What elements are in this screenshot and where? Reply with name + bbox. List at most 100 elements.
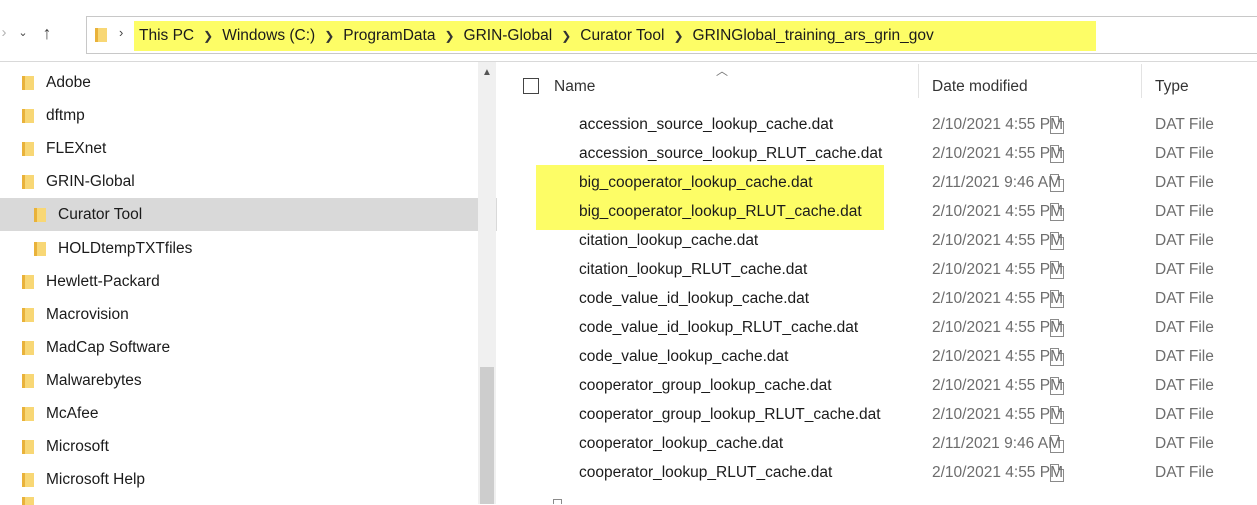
chevron-right-icon[interactable]: ❯	[436, 29, 462, 43]
folder-icon	[34, 241, 46, 256]
file-date: 2/10/2021 4:55 PM	[932, 377, 1063, 394]
file-date: 2/10/2021 4:55 PM	[932, 232, 1063, 249]
column-header-date-modified[interactable]: Date modified	[932, 78, 1028, 96]
file-type: DAT File	[1155, 348, 1214, 365]
file-name: code_value_id_lookup_cache.dat	[579, 290, 810, 307]
column-header-name[interactable]: Name	[554, 78, 595, 96]
tree-item-label: dftmp	[46, 106, 85, 124]
chevron-right-icon[interactable]: ❯	[665, 29, 691, 43]
tree-item-madcap-software[interactable]: MadCap Software	[0, 331, 500, 364]
address-toolbar: › ⌄ ↑ › This PC ❯ Windows (C:) ❯ Program…	[0, 6, 1257, 62]
file-name: big_cooperator_lookup_RLUT_cache.dat	[579, 203, 862, 220]
column-header-type[interactable]: Type	[1155, 78, 1189, 96]
file-date: 2/10/2021 4:55 PM	[932, 464, 1063, 481]
folder-icon	[22, 274, 34, 289]
tree-item-adobe[interactable]: Adobe	[0, 66, 500, 99]
tree-item-label: Curator Tool	[58, 205, 143, 223]
file-date: 2/10/2021 4:55 PM	[932, 203, 1063, 220]
file-name: cooperator_group_lookup_RLUT_cache.dat	[579, 406, 881, 423]
folder-icon	[22, 174, 34, 189]
tree-item-microsoft[interactable]: Microsoft	[0, 430, 500, 463]
file-type: DAT File	[1155, 261, 1214, 278]
file-date: 2/10/2021 4:55 PM	[932, 116, 1063, 133]
file-date: 2/10/2021 4:55 PM	[932, 290, 1063, 307]
tree-item-curator-tool[interactable]: Curator Tool	[0, 198, 512, 231]
folder-icon	[22, 406, 34, 421]
navigation-pane: Adobe dftmp FLEXnet GRIN-Global Curator …	[0, 62, 512, 505]
tree-item-label: Hewlett-Packard	[46, 272, 160, 290]
file-name: code_value_id_lookup_RLUT_cache.dat	[579, 319, 859, 336]
tree-item-macrovision[interactable]: Macrovision	[0, 298, 500, 331]
tree-item-label: Macrovision	[46, 305, 129, 323]
folder-icon	[22, 439, 34, 454]
back-arrow-icon[interactable]: ›	[0, 22, 12, 44]
breadcrumb-item[interactable]: Curator Tool	[579, 27, 665, 45]
file-type: DAT File	[1155, 377, 1214, 394]
folder-icon	[22, 141, 34, 156]
tree-item-label: GRIN-Global	[46, 172, 135, 190]
file-icon	[553, 499, 567, 504]
file-date: 2/10/2021 4:55 PM	[932, 145, 1063, 162]
column-divider[interactable]	[918, 64, 919, 98]
file-type: DAT File	[1155, 290, 1214, 307]
tree-item-grin-global[interactable]: GRIN-Global	[0, 165, 500, 198]
file-date: 2/10/2021 4:55 PM	[932, 406, 1063, 423]
file-date: 2/10/2021 4:55 PM	[932, 319, 1063, 336]
tree-item-holdtemptxtfiles[interactable]: HOLDtempTXTfiles	[0, 232, 512, 265]
tree-item-mcafee[interactable]: McAfee	[0, 397, 500, 430]
tree-item-label: Microsoft Help	[46, 470, 146, 488]
sort-ascending-icon: ︿	[716, 64, 729, 78]
folder-icon	[22, 373, 34, 388]
file-type: DAT File	[1155, 145, 1214, 162]
file-date: 2/11/2021 9:46 AM	[932, 174, 1061, 191]
file-type: DAT File	[1155, 232, 1214, 249]
file-type: DAT File	[1155, 319, 1214, 336]
up-arrow-icon[interactable]: ↑	[36, 22, 58, 44]
file-type: DAT File	[1155, 203, 1214, 220]
file-name: cooperator_group_lookup_cache.dat	[579, 377, 832, 394]
file-type: DAT File	[1155, 174, 1214, 191]
tree-item-hewlett-packard[interactable]: Hewlett-Packard	[0, 265, 500, 298]
breadcrumb-item[interactable]: GRINGlobal_training_ars_grin_gov	[692, 27, 935, 45]
recent-locations-chevron-icon[interactable]: ⌄	[14, 22, 32, 44]
scroll-up-arrow-icon[interactable]: ▲	[478, 64, 496, 82]
tree-item-label: Adobe	[46, 73, 91, 91]
file-name: accession_source_lookup_RLUT_cache.dat	[579, 145, 883, 162]
address-bar[interactable]: › This PC ❯ Windows (C:) ❯ ProgramData ❯…	[86, 16, 1257, 54]
chevron-right-icon[interactable]: ❯	[553, 29, 579, 43]
tree-item-flexnet[interactable]: FLEXnet	[0, 132, 500, 165]
file-date: 2/10/2021 4:55 PM	[932, 348, 1063, 365]
file-date: 2/10/2021 4:55 PM	[932, 261, 1063, 278]
column-divider[interactable]	[1141, 64, 1142, 98]
breadcrumb-item[interactable]: This PC	[138, 27, 195, 45]
tree-item-label: HOLDtempTXTfiles	[58, 239, 193, 257]
folder-icon	[22, 472, 34, 487]
select-all-checkbox[interactable]	[523, 78, 539, 94]
folder-icon	[95, 28, 107, 42]
tree-item-label: Malwarebytes	[46, 371, 142, 389]
chevron-right-icon[interactable]: ❯	[316, 29, 342, 43]
folder-icon	[22, 75, 34, 90]
file-type: DAT File	[1155, 435, 1214, 452]
file-name: big_cooperator_lookup_cache.dat	[579, 174, 813, 191]
folder-icon	[22, 108, 34, 123]
breadcrumb-item[interactable]: ProgramData	[342, 27, 436, 45]
tree-item-dftmp[interactable]: dftmp	[0, 99, 500, 132]
folder-icon	[22, 307, 34, 322]
tree-item-malwarebytes[interactable]: Malwarebytes	[0, 364, 500, 397]
breadcrumb-item[interactable]: Windows (C:)	[221, 27, 316, 45]
clipped-row	[497, 497, 1257, 504]
breadcrumb: This PC ❯ Windows (C:) ❯ ProgramData ❯ G…	[138, 17, 935, 55]
file-type: DAT File	[1155, 406, 1214, 423]
file-name: cooperator_lookup_cache.dat	[579, 435, 784, 452]
chevron-right-icon[interactable]: ›	[119, 25, 123, 40]
breadcrumb-item[interactable]: GRIN-Global	[463, 27, 554, 45]
file-name: citation_lookup_RLUT_cache.dat	[579, 261, 808, 278]
file-type: DAT File	[1155, 116, 1214, 133]
file-date: 2/11/2021 9:46 AM	[932, 435, 1061, 452]
folder-icon	[22, 340, 34, 355]
chevron-right-icon[interactable]: ❯	[195, 29, 221, 43]
scrollbar-thumb[interactable]	[480, 367, 494, 504]
tree-item-microsoft-help[interactable]: Microsoft Help	[0, 463, 500, 496]
file-name: accession_source_lookup_cache.dat	[579, 116, 834, 133]
